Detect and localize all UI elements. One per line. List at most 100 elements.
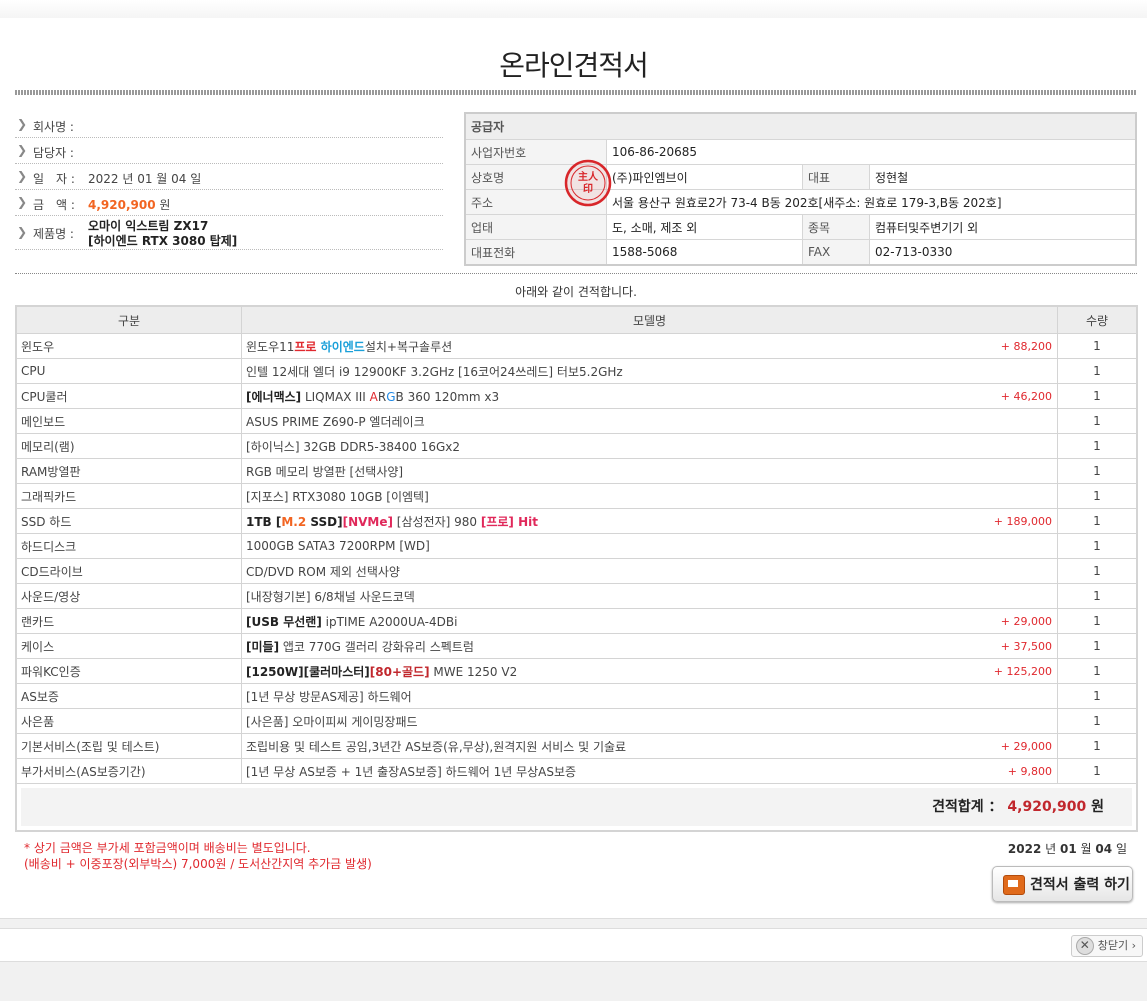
chevron-right-icon: ❯ [17, 117, 28, 131]
phone-label: 대표전화 [464, 239, 607, 266]
item-model-text: [하이닉스] 32GB DDR5-38400 16Gx2 [246, 439, 461, 454]
business-item-value: 컴퓨터및주변기기 외 [869, 214, 1137, 240]
footer-month-unit: 월 [1080, 842, 1092, 856]
date-row: ❯ 일 자 : 2022 년 01 월 04 일 [15, 164, 443, 190]
item-model: 조립비용 및 테스트 공임,3년간 AS보증(유,무상),원격지원 서비스 및 … [241, 733, 1058, 759]
ceo-value: 정현철 [869, 164, 1137, 190]
item-row: 파워KC인증 [1250W][쿨러마스터][80+골드] MWE 1250 V2 +… [15, 658, 1138, 684]
page-title: 온라인견적서 [499, 49, 649, 82]
item-model-text: 윈도우11 [246, 339, 295, 354]
footer-day-unit: 일 [1115, 842, 1127, 856]
item-model-text: [미들] [246, 639, 280, 654]
item-model-text: CD/DVD ROM 제외 선택사양 [246, 564, 400, 579]
item-model-text: RGB 메모리 방열판 [선택사양] [246, 464, 404, 479]
item-model-text: A [369, 389, 378, 404]
print-estimate-button[interactable]: 견적서 출력 하기 [992, 866, 1133, 902]
item-category: RAM방열판 [15, 458, 242, 484]
item-model-text: [80+골드] [369, 664, 430, 679]
item-qty: 1 [1057, 633, 1138, 659]
amount-value-wrap: 4,920,900 원 [88, 196, 170, 213]
item-price: + 29,000 [1000, 740, 1052, 753]
item-row: CD드라이브 CD/DVD ROM 제외 선택사양 1 [15, 558, 1138, 584]
item-category: 메인보드 [15, 408, 242, 434]
product-name-line2: [하이엔드 RTX 3080 탑제] [88, 234, 238, 248]
amount-value: 4,920,900 [88, 198, 156, 212]
shipping-notes: * 상기 금액은 부가세 포함금액이며 배송비는 별도입니다. (배송비 + 이… [24, 840, 372, 872]
header-model: 모델명 [241, 305, 1058, 334]
note-line-2: (배송비 + 이중포장(외부박스) 7,000원 / 도서산간지역 추가금 발생… [24, 857, 372, 871]
note-line-1: * 상기 금액은 부가세 포함금액이며 배송비는 별도입니다. [24, 841, 311, 855]
footer-day: 04 [1095, 842, 1113, 856]
item-model-text: 1TB [ [246, 514, 282, 529]
item-model-text: ipTIME A2000UA-4DBi [321, 614, 458, 629]
item-row: 윈도우 윈도우11프로 하이엔드설치+복구솔루션 + 88,200 1 [15, 333, 1138, 359]
item-model: [1년 무상 AS보증 + 1년 출장AS보증] 하드웨어 1년 무상AS보증 +… [241, 758, 1058, 784]
item-model-text: ASUS PRIME Z690-P 엘더레이크 [246, 414, 425, 429]
item-row: 랜카드 [USB 무선랜] ipTIME A2000UA-4DBi + 29,000… [15, 608, 1138, 634]
footer-month: 01 [1060, 842, 1077, 856]
item-row: SSD 하드 1TB [M.2 SSD][NVMe] [삼성전자] 980 [프로… [15, 508, 1138, 534]
item-row: 부가서비스(AS보증기간) [1년 무상 AS보증 + 1년 출장AS보증] 하드… [15, 758, 1138, 784]
item-qty: 1 [1057, 358, 1138, 384]
item-qty: 1 [1057, 433, 1138, 459]
bottom-bar: ✕ 창닫기 › [0, 928, 1147, 962]
item-qty: 1 [1057, 483, 1138, 509]
chevron-right-icon: ❯ [17, 143, 28, 157]
contact-row: ❯ 담당자 : [15, 138, 443, 164]
item-model: 인텔 12세대 엘더 i9 12900KF 3.2GHz [16코어24쓰레드]… [241, 358, 1058, 384]
item-row: 기본서비스(조립 및 테스트) 조립비용 및 테스트 공임,3년간 AS보증(유,… [15, 733, 1138, 759]
svg-text:主人: 主人 [578, 170, 599, 183]
item-qty: 1 [1057, 408, 1138, 434]
item-model-text: G [386, 389, 396, 404]
item-price: + 29,000 [1000, 615, 1052, 628]
phone-value: 1588-5068 [606, 239, 803, 266]
company-seal-stamp: 主人 印 [564, 159, 612, 207]
item-row: CPU쿨러 [에너맥스] LIQMAX III ARGB 360 120mm x3… [15, 383, 1138, 409]
item-price: + 46,200 [1000, 390, 1052, 403]
item-category: 사운드/영상 [15, 583, 242, 609]
item-model: [에너맥스] LIQMAX III ARGB 360 120mm x3 + 46,… [241, 383, 1058, 409]
product-label: 제품명 : [33, 227, 74, 241]
item-model: [하이닉스] 32GB DDR5-38400 16Gx2 [241, 433, 1058, 459]
total-row: 견적합계 ： 4,920,900 원 [15, 783, 1138, 832]
item-model-text: 인텔 12세대 엘더 i9 12900KF 3.2GHz [16코어24쓰레드]… [246, 364, 623, 379]
close-window-button[interactable]: ✕ 창닫기 › [1070, 935, 1143, 957]
item-model-text: [프로] Hit [480, 514, 538, 529]
ceo-label: 대표 [802, 164, 870, 190]
item-model: [지포스] RTX3080 10GB [이엠텍] [241, 483, 1058, 509]
header-qty: 수량 [1057, 305, 1138, 334]
item-model-text: R [377, 389, 387, 404]
item-category: 랜카드 [15, 608, 242, 634]
item-qty: 1 [1057, 333, 1138, 359]
item-qty: 1 [1057, 733, 1138, 759]
item-model-text: [1년 무상 AS보증 + 1년 출장AS보증] 하드웨어 1년 무상AS보증 [246, 764, 577, 779]
item-model-text: [삼성전자] 980 [392, 514, 481, 529]
item-qty: 1 [1057, 658, 1138, 684]
item-price: + 189,000 [993, 515, 1052, 528]
item-model-text: [사은품] 오마이피씨 게이밍장패드 [246, 714, 418, 729]
section-divider [15, 273, 1137, 274]
footer-year: 2022 [1007, 842, 1042, 856]
item-model: [미들] 앱코 770G 갤러리 강화유리 스펙트럼 + 37,500 [241, 633, 1058, 659]
item-qty: 1 [1057, 533, 1138, 559]
item-model-text: 조립비용 및 테스트 공임,3년간 AS보증(유,무상),원격지원 서비스 및 … [246, 739, 627, 754]
item-price: + 37,500 [1000, 640, 1052, 653]
item-category: CPU쿨러 [15, 383, 242, 409]
item-row: CPU 인텔 12세대 엘더 i9 12900KF 3.2GHz [16코어24쓰… [15, 358, 1138, 384]
item-model: [사은품] 오마이피씨 게이밍장패드 [241, 708, 1058, 734]
item-model: 1TB [M.2 SSD][NVMe] [삼성전자] 980 [프로] Hit +… [241, 508, 1058, 534]
item-model-text: 1000GB SATA3 7200RPM [WD] [246, 539, 430, 553]
fax-value: 02-713-0330 [869, 239, 1137, 266]
item-category: 하드디스크 [15, 533, 242, 559]
amount-label: 금 액 : [33, 198, 75, 212]
item-model: [USB 무선랜] ipTIME A2000UA-4DBi + 29,000 [241, 608, 1058, 634]
supplier-header: 공급자 [464, 112, 1137, 140]
item-model: [내장형기본] 6/8채널 사운드코덱 [241, 583, 1058, 609]
footer-year-unit: 년 [1045, 842, 1057, 856]
chevron-right-icon: ❯ [17, 195, 28, 209]
item-model-text: 하이엔드 [320, 339, 365, 354]
item-row: 사은품 [사은품] 오마이피씨 게이밍장패드 1 [15, 708, 1138, 734]
item-category: 메모리(램) [15, 433, 242, 459]
header-category: 구분 [15, 305, 242, 334]
total-label: 견적합계 ： [932, 799, 1003, 815]
